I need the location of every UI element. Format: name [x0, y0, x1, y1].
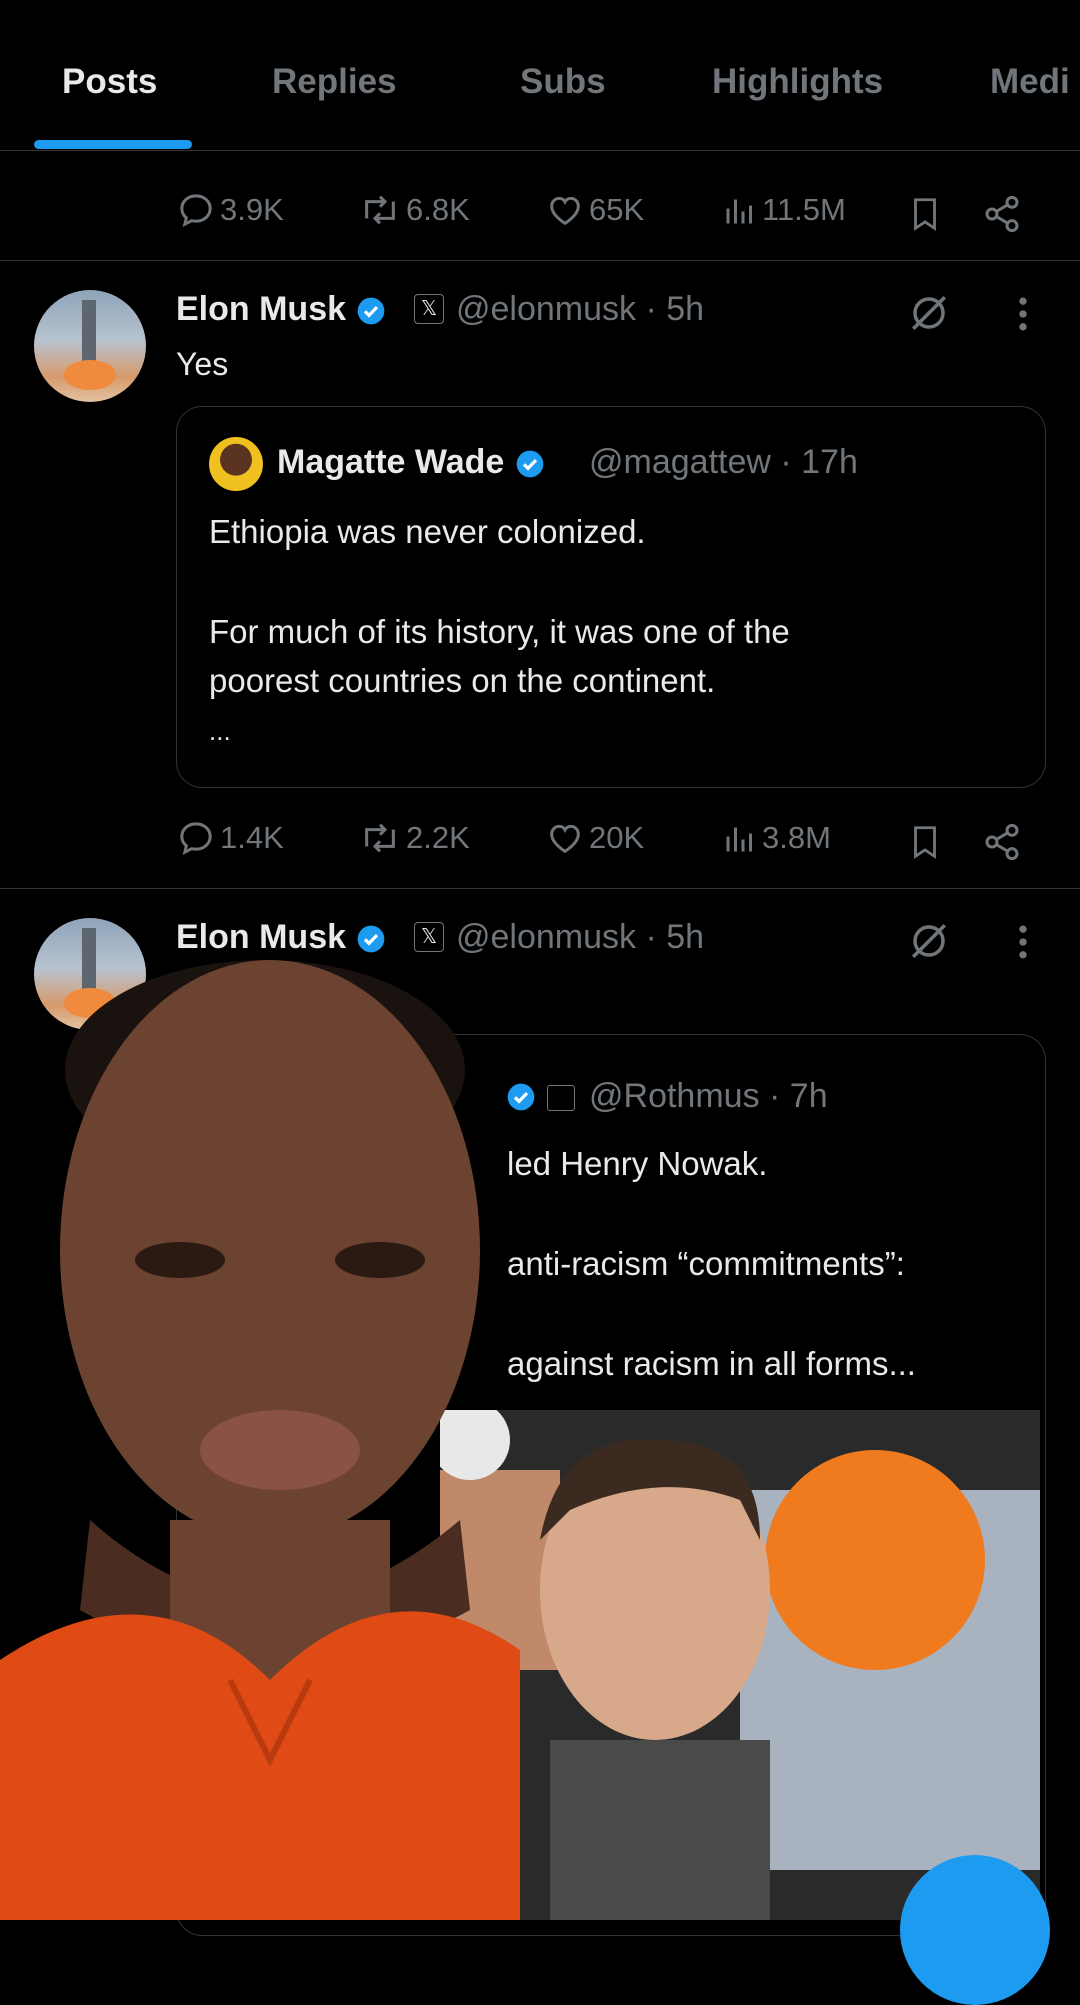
quoted-text-line: anti-racism “commitments”:: [507, 1245, 905, 1282]
tab-replies[interactable]: Replies: [272, 62, 397, 102]
share-icon[interactable]: [982, 194, 1022, 234]
active-tab-indicator: [34, 140, 192, 149]
like-icon: [550, 824, 580, 854]
views-count: 3.8M: [762, 820, 831, 855]
profile-tabs: Posts Replies Subs Highlights Medi: [0, 0, 1080, 151]
tab-subs[interactable]: Subs: [520, 62, 606, 102]
repost-button[interactable]: 2.2K: [358, 818, 470, 858]
views-button[interactable]: 3.8M: [722, 818, 831, 858]
views-button[interactable]: 11.5M: [722, 190, 846, 230]
share-icon[interactable]: [982, 822, 1022, 862]
repost-count: 6.8K: [406, 192, 470, 227]
quoted-text-line: against racism in all forms...: [507, 1345, 916, 1382]
views-icon: [726, 827, 752, 852]
quoted-text-line: led Henry Nowak.: [507, 1145, 768, 1182]
reply-button[interactable]: 3.9K: [176, 190, 284, 230]
like-icon: [550, 196, 580, 226]
tab-posts[interactable]: Posts: [62, 62, 157, 102]
quoted-text-line: For much of its history, it was one of t…: [209, 613, 790, 650]
author-handle[interactable]: @elonmusk · 5h: [456, 290, 704, 329]
verified-icon: [358, 297, 385, 325]
divider: [0, 260, 1080, 261]
more-icon[interactable]: [1008, 292, 1038, 336]
author-name[interactable]: Elon Musk: [176, 290, 387, 329]
repost-icon: [365, 195, 395, 225]
tab-media[interactable]: Medi: [990, 62, 1070, 102]
reply-icon: [180, 194, 212, 227]
repost-count: 2.2K: [406, 820, 470, 855]
divider: [0, 888, 1080, 889]
quoted-handle: @magattew · 17h: [589, 443, 858, 481]
avatar[interactable]: [34, 290, 146, 402]
views-count: 11.5M: [762, 192, 846, 227]
grok-icon[interactable]: [908, 920, 950, 962]
bookmark-icon[interactable]: [906, 822, 944, 862]
compose-button[interactable]: [900, 1855, 1050, 2005]
reply-count: 3.9K: [220, 192, 284, 227]
quoted-text-line: Ethiopia was never colonized.: [209, 513, 646, 550]
like-count: 20K: [589, 820, 645, 855]
x-affiliation-badge-icon: 𝕏: [414, 294, 444, 324]
x-affiliation-badge-icon: 𝕏: [414, 922, 444, 952]
presenter-video-overlay: [0, 960, 520, 1920]
repost-button[interactable]: 6.8K: [358, 190, 470, 230]
quoted-text-line: poorest countries on the continent.: [209, 662, 716, 699]
reply-button[interactable]: 1.4K: [176, 818, 284, 858]
quoted-avatar: [209, 437, 263, 491]
quoted-author-name: Magatte Wade: [277, 443, 546, 482]
verified-icon: [516, 450, 544, 478]
like-count: 65K: [589, 192, 645, 227]
repost-icon: [365, 823, 395, 853]
author-name[interactable]: Elon Musk: [176, 918, 387, 957]
views-icon: [726, 199, 752, 224]
author-handle[interactable]: @elonmusk · 5h: [456, 918, 704, 957]
quoted-tweet[interactable]: Magatte Wade @magattew · 17h Ethiopia wa…: [176, 406, 1046, 788]
like-button[interactable]: 65K: [545, 190, 644, 230]
like-button[interactable]: 20K: [545, 818, 644, 858]
quoted-text-line: ...: [209, 716, 231, 746]
reply-icon: [180, 822, 212, 855]
verified-icon: [358, 925, 385, 953]
affiliation-badge-icon: [547, 1085, 575, 1111]
grok-icon[interactable]: [908, 292, 950, 334]
bookmark-icon[interactable]: [906, 194, 944, 234]
quoted-photo[interactable]: [440, 1410, 1040, 1920]
more-icon[interactable]: [1008, 920, 1038, 964]
reply-count: 1.4K: [220, 820, 284, 855]
tweet-text: Yes: [176, 346, 229, 382]
tab-highlights[interactable]: Highlights: [712, 62, 883, 102]
quoted-handle: @Rothmus · 7h: [589, 1077, 828, 1115]
